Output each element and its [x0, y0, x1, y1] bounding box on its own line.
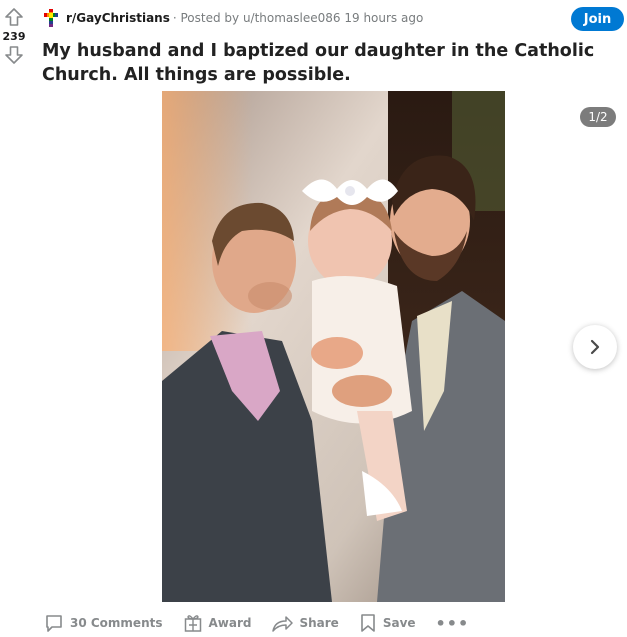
save-button[interactable]: Save [359, 613, 416, 633]
subreddit-link[interactable]: r/GayChristians [66, 11, 170, 25]
post-image[interactable] [162, 91, 505, 602]
comments-label: 30 Comments [70, 616, 163, 630]
award-icon [184, 615, 201, 632]
bookmark-icon [361, 614, 375, 632]
vote-score: 239 [2, 30, 26, 43]
post-actions: 30 Comments Award Share Save ••• [44, 611, 469, 635]
comment-icon [46, 615, 62, 632]
post-title[interactable]: My husband and I baptized our daughter i… [42, 39, 612, 87]
post-meta: · Posted by u/thomaslee086 19 hours ago [172, 11, 424, 25]
share-label: Share [299, 616, 339, 630]
share-button[interactable]: Share [271, 613, 339, 633]
downvote-button[interactable] [3, 44, 25, 66]
comments-button[interactable]: 30 Comments [44, 613, 163, 633]
post-header: r/GayChristians · Posted by u/thomaslee0… [42, 8, 423, 28]
chevron-right-icon [590, 339, 600, 355]
baptism-photo [162, 91, 505, 602]
vote-column: 239 [0, 6, 28, 66]
share-icon [272, 616, 294, 632]
downvote-icon [5, 46, 23, 64]
award-button[interactable]: Award [183, 613, 252, 633]
more-icon[interactable]: ••• [436, 614, 470, 633]
award-label: Award [208, 616, 252, 630]
upvote-button[interactable] [3, 6, 25, 28]
gallery-counter: 1/2 [580, 107, 616, 127]
join-button[interactable]: Join [571, 7, 624, 31]
upvote-icon [5, 8, 23, 26]
rainbow-cross-icon[interactable] [42, 9, 60, 27]
save-label: Save [382, 616, 416, 630]
gallery-next-button[interactable] [573, 325, 617, 369]
